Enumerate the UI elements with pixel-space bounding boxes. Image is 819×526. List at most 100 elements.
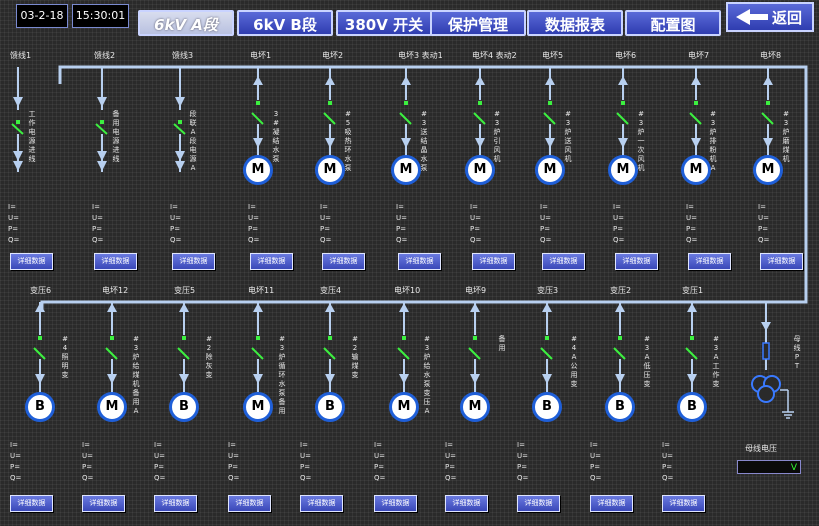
measure-label: P= [613,225,624,233]
switch-icon [323,112,336,125]
top-feeder-3 [251,67,264,156]
measure-label: P= [154,463,165,471]
transformer-icon: B [169,392,199,422]
measure-label: U= [228,452,239,460]
detail-data-button[interactable]: 详细数据 [374,495,417,512]
detail-data-button[interactable]: 详细数据 [250,253,293,270]
closed-indicator-icon [690,336,694,340]
tab-4[interactable]: 数据报表 [527,10,623,36]
measure-label: U= [248,214,259,222]
top-feeder-10 [761,67,774,156]
top-feeder-name: 电坏3 表动1 [398,51,443,60]
top-feeder-desc: 段联A段电源A [189,110,197,172]
detail-data-button[interactable]: 详细数据 [760,253,803,270]
bottom-feeder-4 [323,302,336,393]
bus-bar [40,65,808,310]
detail-data-button[interactable]: 详细数据 [10,253,53,270]
bottom-feeder-desc: #3炉给水泵变压A [423,335,431,415]
measure-label: U= [758,214,769,222]
measure-label: P= [396,225,407,233]
measure-label: P= [8,225,19,233]
detail-data-button[interactable]: 详细数据 [472,253,515,270]
detail-data-button[interactable]: 详细数据 [10,495,53,512]
arrow-icon [399,303,409,312]
top-feeder-2 [173,67,186,172]
detail-data-button[interactable]: 详细数据 [82,495,125,512]
arrow-icon [253,303,263,312]
bottom-feeder-0 [33,302,46,393]
measure-label: I= [154,441,162,449]
closed-indicator-icon [256,101,260,105]
measure-label: U= [590,452,601,460]
measure-label: U= [8,214,19,222]
switch-icon [543,112,556,125]
detail-data-button[interactable]: 详细数据 [662,495,705,512]
top-feeder-desc: 3#凝结水泵 [272,110,280,163]
detail-data-button[interactable]: 详细数据 [154,495,197,512]
bottom-feeder-9 [685,302,698,393]
arrow-icon [179,303,189,312]
top-feeder-name: 电坏1 [250,51,272,60]
tab-5[interactable]: 配置图 [625,10,721,36]
top-feeder-desc: #3炉送风机 [564,110,572,163]
arrow-icon [325,303,335,312]
measure-label: I= [517,441,525,449]
arrow-icon [470,303,480,312]
top-feeder-name: 电坏4 表动2 [472,51,517,60]
measure-label: Q= [248,236,260,244]
measure-label: I= [445,441,453,449]
measure-label: P= [758,225,769,233]
measure-label: P= [300,463,311,471]
detail-data-button[interactable]: 详细数据 [542,253,585,270]
top-feeder-desc: #3炉磨煤机 [782,110,790,163]
arrow-icon [542,303,552,312]
detail-data-button[interactable]: 详细数据 [398,253,441,270]
detail-data-button[interactable]: 详细数据 [615,253,658,270]
pt-desc: 母线PT [793,335,801,370]
back-label: 返回 [772,9,803,27]
detail-data-button[interactable]: 详细数据 [445,495,488,512]
closed-indicator-icon [182,336,186,340]
bottom-feeder-name: 变压1 [682,286,704,295]
tab-3[interactable]: 保护管理 [430,10,526,36]
switch-icon [251,112,264,125]
detail-data-button[interactable]: 详细数据 [172,253,215,270]
bus-voltage-label: 母线电压 [745,444,777,453]
tab-2[interactable]: 380V 开关 [336,10,432,36]
measure-label: U= [470,214,481,222]
back-button[interactable]: 返回 [726,2,814,32]
measure-label: P= [590,463,601,471]
detail-data-button[interactable]: 详细数据 [322,253,365,270]
switch-icon [468,347,481,360]
detail-data-button[interactable]: 详细数据 [688,253,731,270]
bottom-feeder-desc: #3炉给煤机备用A [132,335,140,415]
detail-data-button[interactable]: 详细数据 [300,495,343,512]
measure-label: P= [82,463,93,471]
top-feeder-1 [95,67,108,172]
measure-label: I= [613,203,621,211]
measure-label: Q= [445,474,457,482]
measure-label: Q= [517,474,529,482]
measure-label: I= [228,441,236,449]
measure-label: I= [92,203,100,211]
time-display: 15:30:01 [72,4,129,28]
measure-label: Q= [374,474,386,482]
measure-label: Q= [590,474,602,482]
detail-data-button[interactable]: 详细数据 [228,495,271,512]
motor-icon: M [315,155,345,185]
measure-label: U= [300,452,311,460]
closed-indicator-icon [545,336,549,340]
arrow-icon [97,97,107,107]
top-feeder-name: 馈线1 [10,51,32,60]
bus-voltage-select[interactable]: V [737,460,801,474]
top-feeder-name: 电坏6 [615,51,637,60]
measure-label: P= [248,225,259,233]
tab-1[interactable]: 6kV B段 [237,10,333,36]
tab-0[interactable]: 6kV A段 [138,10,234,36]
detail-data-button[interactable]: 详细数据 [590,495,633,512]
detail-data-button[interactable]: 详细数据 [517,495,560,512]
measure-label: I= [758,203,766,211]
bottom-feeder-6 [468,302,481,393]
measure-label: Q= [10,474,22,482]
detail-data-button[interactable]: 详细数据 [94,253,137,270]
